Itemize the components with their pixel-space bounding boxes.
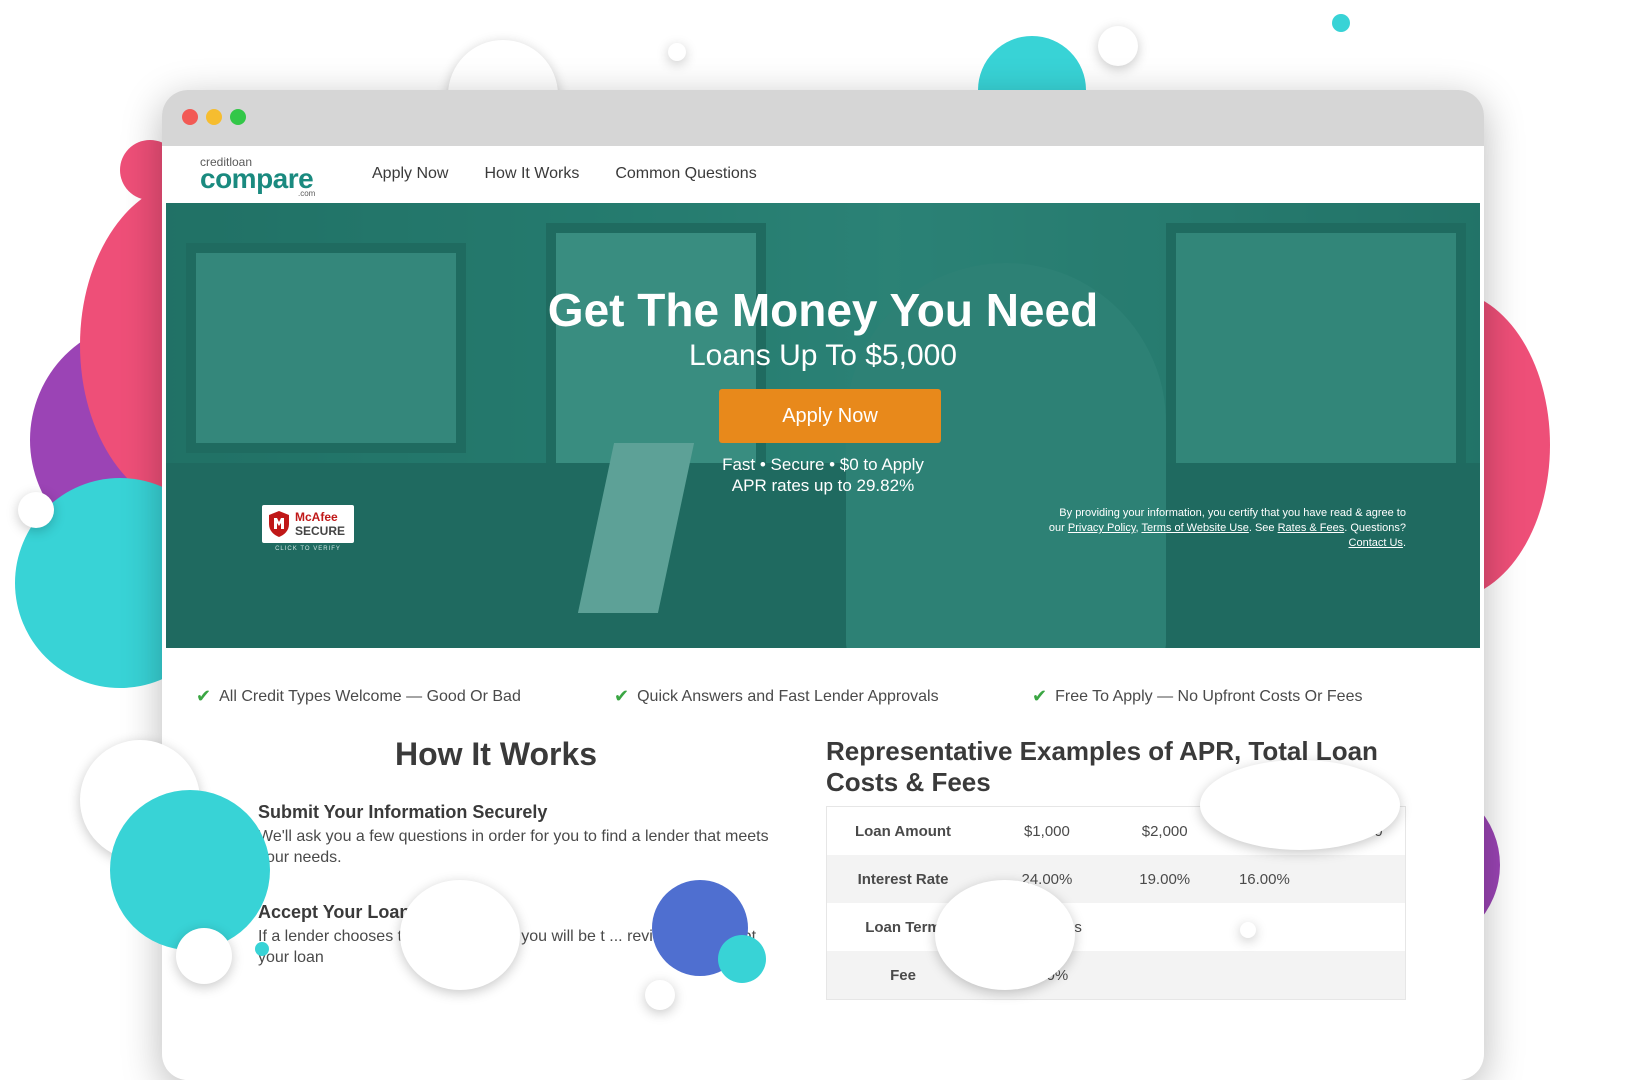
nav-apply-now[interactable]: Apply Now [372,165,448,183]
hero-apr-note: APR rates up to 29.82% [731,476,915,495]
table-cell: $2,000 [1141,822,1188,840]
fg-bubble-white-large [935,880,1075,990]
fg-bubble-white-right-tiny [1240,922,1256,938]
fg-bubble-teal-mid [718,935,766,983]
close-dot-icon[interactable] [182,109,198,125]
bg-bubble-white-left [18,492,54,528]
table-cell [1214,951,1315,1000]
nav-common-questions[interactable]: Common Questions [615,165,756,183]
step-body: We'll ask you a few questions in order f… [258,828,769,866]
feature-label: Quick Answers and Fast Lender Approvals [637,687,939,705]
mcafee-shield-icon [269,511,289,537]
mcafee-secure-badge[interactable]: McAfee SECURE [262,505,354,543]
disclaimer-text-4: . [1402,537,1406,549]
browser-titlebar [162,90,1484,146]
fg-bubble-white-mid-small [645,980,675,1010]
table-cell [1215,903,1315,951]
mcafee-secure-label: SECURE [295,524,346,538]
minimize-dot-icon[interactable] [206,109,222,125]
bg-bubble-white-top2 [668,43,686,61]
table-cell [1314,951,1406,1000]
fg-bubble-white-right [1200,760,1400,850]
how-it-works-title: How It Works [394,736,598,772]
logo-sub-text: .com [298,189,316,198]
hero-disclaimer: By providing your information, you certi… [1046,506,1406,551]
mcafee-verify-label: CLICK TO VERIFY [275,546,341,552]
table-row: Fee 3.00% [826,951,1406,1000]
disclaimer-text-3: . Questions? [1344,522,1406,534]
table-cell [1114,951,1215,1000]
zoom-dot-icon[interactable] [230,109,246,125]
terms-of-use-link[interactable]: Terms of Website Use [1141,522,1248,534]
fg-bubble-white-left-small [176,928,232,984]
bg-bubble-white-top1 [1098,26,1138,66]
table-row-header: Loan Amount [854,822,952,840]
table-cell [1314,855,1406,903]
features-strip: ✔ All Credit Types Welcome — Good Or Bad… [166,648,1480,738]
hero-tagline: Fast • Secure • $0 to Apply [722,455,924,474]
fg-bubble-white-mid [400,880,520,990]
check-icon: ✔ [1032,686,1048,706]
feature-item: ✔ Quick Answers and Fast Lender Approval… [614,686,939,707]
table-cell: 19.00% [1114,855,1215,903]
check-icon: ✔ [614,686,630,706]
table-cell: $1,000 [1023,822,1070,840]
fg-bubble-teal-left [110,790,270,950]
browser-window: creditloan compare .com Apply Now How It… [162,90,1484,1080]
privacy-policy-link[interactable]: Privacy Policy [1068,522,1136,534]
rates-and-fees-link[interactable]: Rates & Fees [1278,522,1345,534]
nav-how-it-works[interactable]: How It Works [484,165,579,183]
apply-now-button[interactable]: Apply Now [719,389,941,443]
fg-bubble-teal-tiny [255,942,269,956]
feature-item: ✔ Free To Apply — No Upfront Costs Or Fe… [1032,686,1362,707]
mcafee-name: McAfee [295,510,338,524]
site-navbar: creditloan compare .com Apply Now How It… [166,146,1480,204]
nav-links: Apply Now How It Works Common Questions [372,165,757,183]
check-icon: ✔ [196,686,212,706]
step-title: Accept Your Loan [258,902,411,922]
table-row: Loan Term 12 months [827,903,1406,951]
table-cell [1115,903,1215,951]
table-cell: 16.00% [1214,855,1315,903]
contact-us-link[interactable]: Contact Us [1349,537,1403,549]
web-page: creditloan compare .com Apply Now How It… [166,146,1480,1080]
table-row: Interest Rate 24.00% 19.00% 16.00% [826,855,1406,903]
site-logo[interactable]: creditloan compare .com [200,155,325,198]
bg-bubble-teal-top-small [1332,14,1350,32]
logo-main-text: compare [200,163,314,194]
step-title: Submit Your Information Securely [258,802,548,822]
table-cell [1314,903,1405,951]
hero-subtitle: Loans Up To $5,000 [689,339,957,372]
feature-label: Free To Apply — No Upfront Costs Or Fees [1055,687,1363,705]
feature-label: All Credit Types Welcome — Good Or Bad [219,687,521,705]
feature-item: ✔ All Credit Types Welcome — Good Or Bad [196,686,521,707]
disclaimer-text-2: . See [1248,522,1278,534]
hero-title: Get The Money You Need [547,284,1099,336]
hero-section: Get The Money You Need Loans Up To $5,00… [166,203,1480,648]
